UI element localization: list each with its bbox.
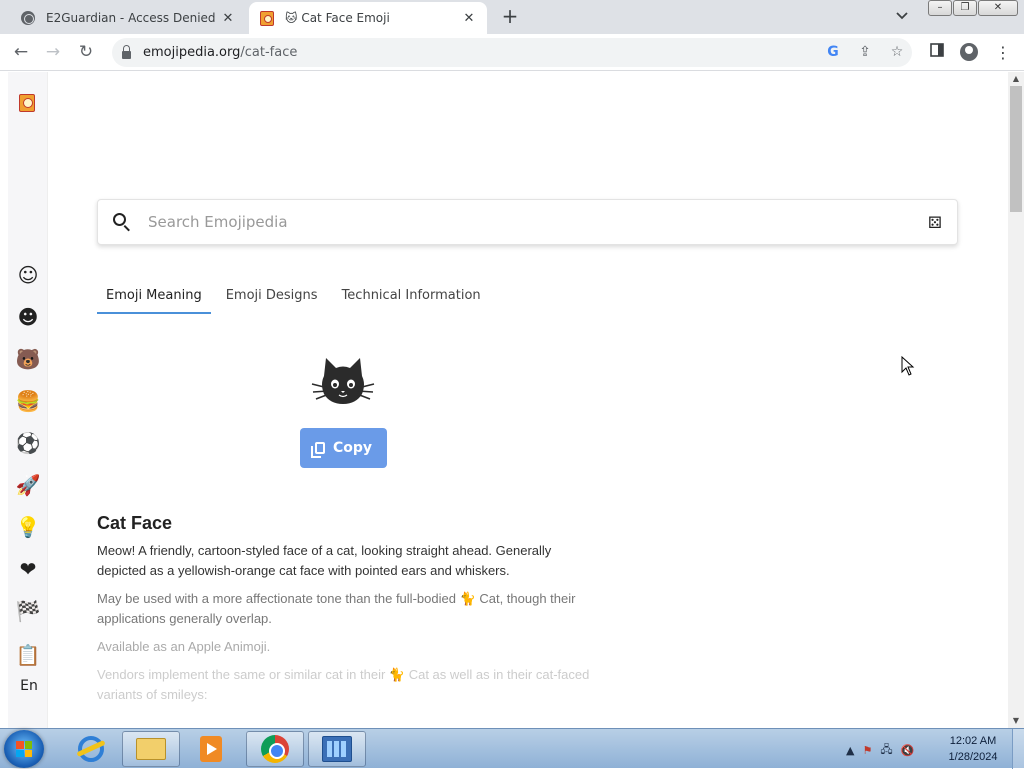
- emojipedia-logo-icon: [259, 10, 275, 26]
- taskbar-control-panel[interactable]: [308, 731, 366, 767]
- share-icon[interactable]: ⇪: [856, 44, 874, 62]
- volume-muted-icon[interactable]: 🔇: [901, 744, 915, 757]
- windows-taskbar: ▲ ⚑ 🖧 🔇 12:02 AM 1/28/2024: [0, 728, 1024, 769]
- media-player-icon: [200, 736, 222, 762]
- forward-button[interactable]: →: [42, 42, 64, 64]
- taskbar-media-player[interactable]: [182, 731, 240, 767]
- search-bar: ⚄: [97, 199, 958, 245]
- scroll-down-icon[interactable]: ▼: [1008, 714, 1024, 728]
- category-objects-icon[interactable]: 💡: [15, 514, 41, 540]
- search-input[interactable]: [146, 212, 925, 232]
- url-text: emojipedia.org/cat-face: [143, 45, 297, 60]
- taskbar-internet-explorer[interactable]: [62, 731, 120, 767]
- menu-kebab-icon[interactable]: ⋮: [994, 43, 1012, 62]
- address-bar[interactable]: emojipedia.org/cat-face G ⇪ ☆: [112, 38, 912, 67]
- search-icon: [112, 212, 132, 232]
- cat-face-emoji-image: [310, 354, 376, 410]
- action-center-flag-icon[interactable]: ⚑: [862, 744, 872, 757]
- close-tab-icon[interactable]: ✕: [220, 11, 236, 26]
- category-smileys-icon[interactable]: ☺: [15, 262, 41, 288]
- meaning-paragraph: Available as an Apple Animoji.: [97, 639, 271, 654]
- category-symbols-icon[interactable]: ❤: [15, 556, 41, 582]
- start-button[interactable]: [4, 730, 44, 768]
- tab-title: 🐱 Cat Face Emoji: [285, 11, 390, 25]
- reload-button[interactable]: ↻: [75, 42, 97, 64]
- page-scrollbar[interactable]: ▲ ▼: [1008, 72, 1024, 728]
- control-panel-icon: [322, 736, 352, 762]
- profile-icon[interactable]: [960, 43, 978, 61]
- category-food-icon[interactable]: 🍔: [15, 388, 41, 414]
- chrome-icon: [261, 735, 289, 763]
- url-host: emojipedia.org: [143, 45, 241, 60]
- browser-tabstrip: E2Guardian - Access Denied ✕ 🐱 Cat Face …: [0, 0, 1024, 34]
- tab-title: E2Guardian - Access Denied: [46, 11, 216, 25]
- internet-explorer-icon: [78, 736, 104, 762]
- new-tab-button[interactable]: +: [500, 6, 520, 27]
- taskbar-clock[interactable]: 12:02 AM 1/28/2024: [940, 733, 1006, 765]
- taskbar-chrome[interactable]: [246, 731, 304, 767]
- tab-e2guardian[interactable]: E2Guardian - Access Denied ✕: [10, 2, 246, 34]
- tab-search-icon[interactable]: [896, 9, 908, 23]
- tab-cat-face[interactable]: 🐱 Cat Face Emoji ✕: [249, 2, 487, 34]
- window-controls: – ❐ ✕: [928, 0, 1019, 16]
- globe-icon: [20, 10, 36, 26]
- category-collections-icon[interactable]: 📋: [15, 642, 41, 668]
- category-travel-icon[interactable]: 🚀: [15, 472, 41, 498]
- folder-icon: [136, 738, 166, 760]
- restore-button[interactable]: ❐: [953, 0, 977, 16]
- dice-icon[interactable]: ⚄: [925, 213, 945, 232]
- emoji-title: Cat Face: [97, 513, 173, 533]
- copy-icon: [310, 442, 325, 458]
- meaning-paragraph: May be used with a more affectionate ton…: [97, 591, 576, 626]
- taskbar-windows-explorer[interactable]: [122, 731, 180, 767]
- page-viewport: ☺ ☻ 🐻 🍔 ⚽ 🚀 💡 ❤ 🏁 📋 En ⚄ Emoji Meaning E…: [0, 72, 1024, 728]
- side-panel-icon[interactable]: [928, 43, 946, 61]
- category-activities-icon[interactable]: ⚽: [15, 430, 41, 456]
- language-selector[interactable]: En: [16, 678, 42, 694]
- scroll-up-icon[interactable]: ▲: [1008, 72, 1024, 86]
- lock-icon: [122, 44, 131, 59]
- scrollbar-thumb[interactable]: [1010, 86, 1022, 212]
- tray-expand-icon[interactable]: ▲: [846, 744, 854, 757]
- show-desktop-button[interactable]: [1012, 729, 1024, 769]
- bookmark-star-icon[interactable]: ☆: [888, 44, 906, 62]
- clock-time: 12:02 AM: [949, 735, 997, 747]
- network-icon[interactable]: 🖧: [880, 741, 892, 760]
- minimize-button[interactable]: –: [928, 0, 952, 16]
- category-sidebar: ☺ ☻ 🐻 🍔 ⚽ 🚀 💡 ❤ 🏁 📋 En: [8, 72, 48, 728]
- browser-toolbar: ← → ↻ emojipedia.org/cat-face G ⇪ ☆ ⋮: [0, 34, 1024, 71]
- mouse-cursor-icon: [901, 356, 915, 376]
- windows-logo-icon: [16, 741, 32, 757]
- tab-emoji-meaning[interactable]: Emoji Meaning: [97, 288, 211, 314]
- category-people-icon[interactable]: ☻: [15, 304, 41, 330]
- url-path: /cat-face: [240, 45, 298, 60]
- emoji-page-tabs: Emoji Meaning Emoji Designs Technical In…: [97, 288, 496, 314]
- close-tab-icon[interactable]: ✕: [461, 11, 477, 26]
- category-flags-icon[interactable]: 🏁: [15, 598, 41, 624]
- copy-button[interactable]: Copy: [300, 428, 387, 468]
- tab-technical-information[interactable]: Technical Information: [333, 288, 490, 314]
- category-animals-icon[interactable]: 🐻: [15, 346, 41, 372]
- close-window-button[interactable]: ✕: [978, 0, 1018, 16]
- meaning-paragraph: Vendors implement the same or similar ca…: [97, 667, 590, 702]
- google-lens-icon[interactable]: G: [824, 44, 842, 62]
- clock-date: 1/28/2024: [948, 751, 998, 763]
- meaning-paragraph: Meow! A friendly, cartoon-styled face of…: [97, 543, 552, 578]
- tab-emoji-designs[interactable]: Emoji Designs: [217, 288, 327, 314]
- emojipedia-logo-icon[interactable]: [19, 94, 35, 112]
- back-button[interactable]: ←: [10, 42, 32, 64]
- system-tray: ▲ ⚑ 🖧 🔇: [846, 741, 922, 760]
- copy-label: Copy: [332, 440, 373, 456]
